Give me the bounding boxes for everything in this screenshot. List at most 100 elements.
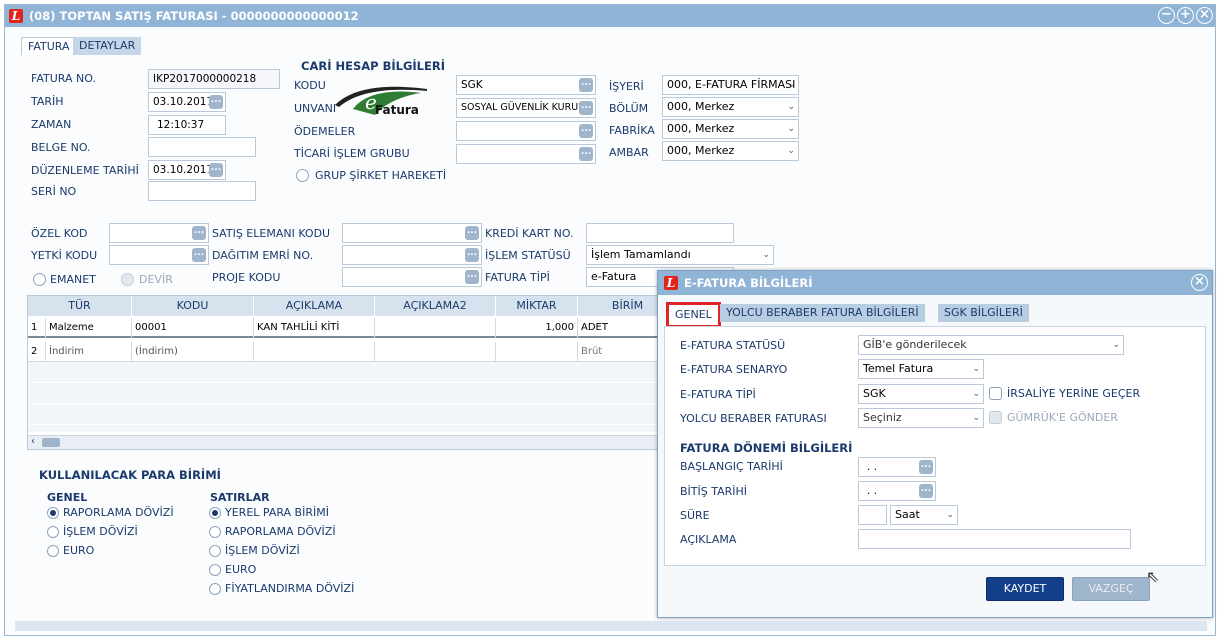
tab-fatura[interactable]: FATURA: [21, 37, 77, 55]
cell-kodu[interactable]: (İndirim): [132, 342, 254, 362]
tab-genel[interactable]: GENEL: [666, 302, 721, 328]
efatura-statusu-select[interactable]: GİB'e gönderilecek ⌄: [858, 335, 1124, 355]
devir-checkbox[interactable]: [121, 273, 134, 286]
lookup-icon[interactable]: ...: [192, 226, 206, 240]
vazgec-button[interactable]: VAZGEÇ: [1072, 577, 1150, 601]
date-picker-icon[interactable]: ...: [919, 460, 933, 474]
ticari-islem-field[interactable]: ...: [456, 144, 596, 164]
satirlar-option-label-3: EURO: [225, 563, 257, 576]
lookup-icon[interactable]: ...: [579, 124, 593, 138]
satirlar-option-radio-3[interactable]: [209, 564, 221, 576]
lookup-icon[interactable]: ...: [579, 78, 593, 92]
fabrika-select[interactable]: 000, Merkez ⌄: [662, 119, 799, 139]
cari-kodu-field[interactable]: SGK...: [456, 75, 596, 95]
genel-option-radio-2[interactable]: [47, 545, 59, 557]
kaydet-button[interactable]: KAYDET: [986, 577, 1064, 601]
close-icon[interactable]: ×: [1196, 7, 1213, 24]
aciklama-field[interactable]: [858, 529, 1131, 549]
efatura-tipi-select[interactable]: SGK ⌄: [858, 384, 984, 404]
efatura-dialog: L E-FATURA BİLGİLERİ × GENEL YOLCU BERAB…: [657, 270, 1213, 618]
column-header-aciklama2[interactable]: AÇIKLAMA2: [375, 296, 496, 316]
satis-elemani-field[interactable]: ...: [342, 223, 482, 243]
yolcu-beraber-select[interactable]: Seçiniz ⌄: [858, 408, 984, 428]
column-header-miktar[interactable]: MİKTAR: [496, 296, 578, 316]
bolum-select[interactable]: 000, Merkez ⌄: [662, 97, 799, 117]
yetki-kodu-field[interactable]: ...: [109, 245, 209, 265]
cell-kodu[interactable]: 00001: [132, 318, 254, 338]
kredi-kart-field[interactable]: [586, 223, 734, 243]
satirlar-option-radio-2[interactable]: [209, 545, 221, 557]
fatura-tipi-label: FATURA TİPİ: [485, 271, 550, 284]
column-header-tur[interactable]: TÜR: [28, 296, 132, 316]
unvani-field[interactable]: SOSYAL GÜVENLİK KURUMU...: [456, 98, 596, 118]
duzenleme-tarihi-field[interactable]: 03.10.2017...: [148, 160, 226, 180]
app-logo-icon: L: [664, 276, 678, 290]
zaman-field[interactable]: 12:10:37: [148, 115, 226, 135]
sure-unit-select[interactable]: Saat ⌄: [890, 505, 958, 525]
cell-aciklama2[interactable]: [375, 318, 496, 338]
devir-label: DEVİR: [139, 273, 173, 286]
sure-field[interactable]: [858, 505, 887, 525]
lookup-icon[interactable]: ...: [192, 248, 206, 262]
cell-tur[interactable]: Malzeme: [46, 318, 132, 338]
yolcu-beraber-value: Seçiniz: [863, 411, 902, 424]
satirlar-option-radio-0[interactable]: [209, 507, 221, 519]
cell-miktar[interactable]: [496, 342, 578, 362]
gumruk-label: GÜMRÜK'E GÖNDER: [1007, 411, 1118, 424]
tarih-value: 03.10.2017: [153, 96, 214, 108]
satirlar-option-radio-1[interactable]: [209, 526, 221, 538]
scroll-thumb[interactable]: [42, 438, 60, 447]
efatura-senaryo-select[interactable]: Temel Fatura ⌄: [858, 359, 984, 379]
gumruk-checkbox[interactable]: [989, 411, 1002, 424]
tarih-field[interactable]: 03.10.2017...: [148, 92, 226, 112]
cell-miktar[interactable]: 1,000: [496, 318, 578, 338]
odemeler-field[interactable]: ...: [456, 121, 596, 141]
tab-detaylar[interactable]: DETAYLAR: [73, 37, 142, 55]
ambar-select[interactable]: 000, Merkez ⌄: [662, 141, 799, 161]
date-picker-icon[interactable]: ...: [209, 95, 223, 109]
satirlar-option-label-2: İŞLEM DÖVİZİ: [225, 544, 300, 557]
cell-aciklama2[interactable]: [375, 342, 496, 362]
satirlar-option-radio-4[interactable]: [209, 583, 221, 595]
lookup-icon[interactable]: ...: [465, 248, 479, 262]
isyeri-select[interactable]: 000, E-FATURA FİRMASI ⌄: [662, 75, 799, 95]
date-picker-icon[interactable]: ...: [919, 484, 933, 498]
bolum-value: 000, Merkez: [667, 100, 735, 113]
genel-option-radio-1[interactable]: [47, 526, 59, 538]
tab-yolcu-beraber[interactable]: YOLCU BERABER FATURA BİLGİLERİ: [720, 304, 925, 322]
dagitim-emri-field[interactable]: ...: [342, 245, 482, 265]
minimize-icon[interactable]: −: [1158, 7, 1175, 24]
lookup-icon[interactable]: ...: [579, 101, 593, 115]
efatura-statusu-label: E-FATURA STATÜSÜ: [680, 339, 786, 352]
emanet-checkbox[interactable]: [33, 273, 46, 286]
proje-kodu-field[interactable]: ...: [342, 267, 482, 287]
irsaliye-checkbox[interactable]: [989, 387, 1002, 400]
scroll-left-icon[interactable]: ‹: [31, 436, 35, 447]
table-row[interactable]: 2 İndirim (İndirim) Brüt: [28, 342, 676, 362]
islem-statusu-select[interactable]: İşlem Tamamlandı ⌄: [586, 245, 774, 265]
tab-sgk-bilgileri[interactable]: SGK BİLGİLERİ: [938, 304, 1029, 322]
lookup-icon[interactable]: ...: [579, 147, 593, 161]
belge-no-field[interactable]: [148, 137, 256, 157]
cell-aciklama[interactable]: [254, 342, 375, 362]
maximize-icon[interactable]: +: [1177, 7, 1194, 24]
column-header-aciklama[interactable]: AÇIKLAMA: [254, 296, 375, 316]
grup-sirket-checkbox[interactable]: [296, 169, 309, 182]
horizontal-scrollbar[interactable]: ‹: [28, 435, 676, 449]
lookup-icon[interactable]: ...: [465, 270, 479, 284]
lookup-icon[interactable]: ...: [465, 226, 479, 240]
chevron-down-icon: ⌄: [787, 102, 795, 112]
date-picker-icon[interactable]: ...: [209, 163, 223, 177]
bitis-field[interactable]: . ....: [858, 481, 936, 501]
fatura-no-field[interactable]: IKP2017000000218: [148, 69, 280, 89]
seri-no-field[interactable]: [148, 181, 256, 201]
table-row[interactable]: 1 Malzeme 00001 KAN TAHLİLİ KİTİ 1,000 A…: [28, 318, 676, 338]
genel-option-radio-0[interactable]: [47, 507, 59, 519]
ozel-kod-field[interactable]: ...: [109, 223, 209, 243]
close-icon[interactable]: ×: [1191, 274, 1208, 291]
cell-aciklama[interactable]: KAN TAHLİLİ KİTİ: [254, 318, 375, 338]
baslangic-field[interactable]: . ....: [858, 457, 936, 477]
cell-tur[interactable]: İndirim: [46, 342, 132, 362]
column-header-kodu[interactable]: KODU: [132, 296, 254, 316]
belge-no-label: BELGE NO.: [31, 141, 91, 154]
